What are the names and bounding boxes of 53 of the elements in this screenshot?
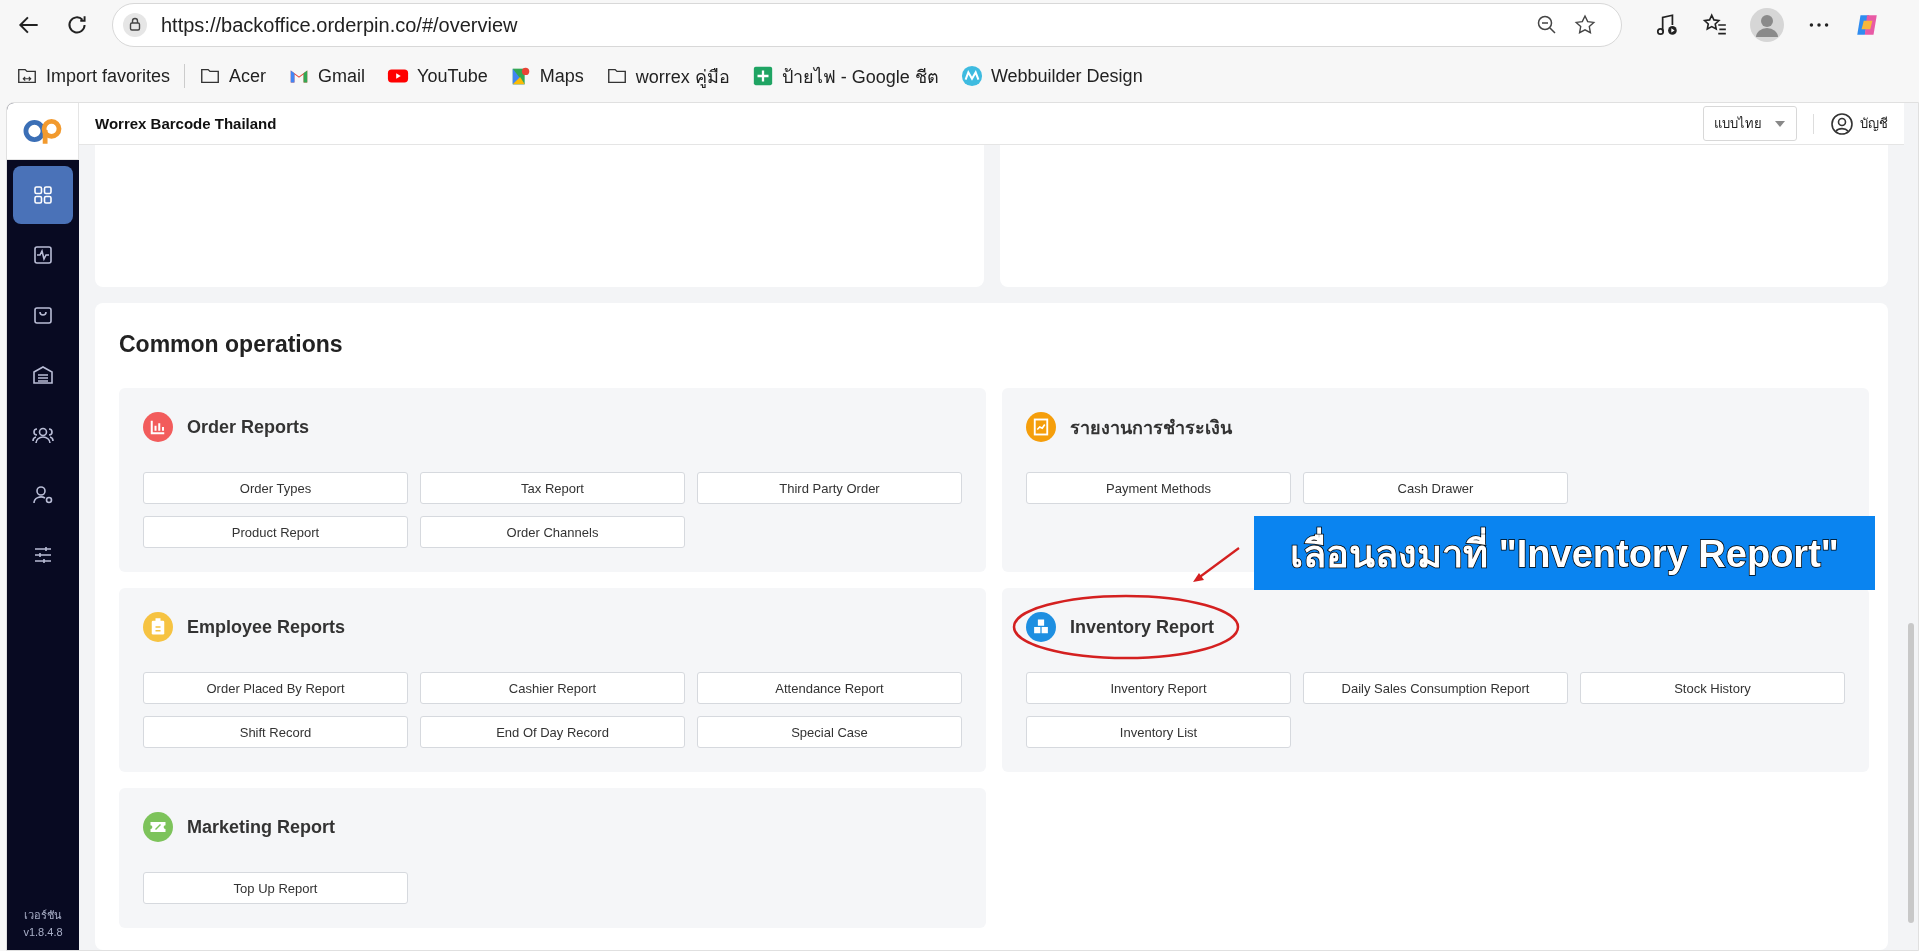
sidebar-item[interactable]	[13, 166, 73, 224]
copilot-icon[interactable]	[1854, 12, 1880, 38]
warehouse-icon	[31, 363, 55, 387]
bookmark[interactable]: Acer	[199, 65, 267, 87]
report-button[interactable]: Order Channels	[420, 516, 685, 548]
report-button[interactable]: Special Case	[697, 716, 962, 748]
spreadsheet-icon	[751, 65, 774, 87]
annotation-callout: เลื่อนลงมาที่ "Inventory Report"	[1254, 516, 1875, 590]
report-button[interactable]: Inventory List	[1026, 716, 1291, 748]
address-bar[interactable]: https://backoffice.orderpin.co/#/overview	[112, 3, 1622, 47]
card-title: รายงานการชำระเงิน	[1070, 416, 1232, 440]
bookmark[interactable]: Gmail	[288, 65, 366, 87]
bookmark[interactable]: Import favorites	[16, 65, 171, 87]
caret-icon	[1774, 119, 1786, 128]
report-button[interactable]: Cashier Report	[420, 672, 685, 704]
activity-icon	[31, 243, 55, 267]
card-title: Inventory Report	[1070, 616, 1215, 638]
site-icon	[960, 65, 983, 87]
version-number: v1.8.4.8	[23, 924, 63, 940]
report-button[interactable]: End Of Day Record	[420, 716, 685, 748]
report-button[interactable]: Stock History	[1580, 672, 1845, 704]
report-button[interactable]: Daily Sales Consumption Report	[1303, 672, 1568, 704]
report-button[interactable]: Top Up Report	[143, 872, 408, 904]
report-button[interactable]: Inventory Report	[1026, 672, 1291, 704]
report-button[interactable]: Order Placed By Report	[143, 672, 408, 704]
report-button[interactable]: Third Party Order	[697, 472, 962, 504]
report-button[interactable]: Payment Methods	[1026, 472, 1291, 504]
bookmark[interactable]: ป้ายไฟ - Google ชีต	[751, 61, 939, 91]
star-icon[interactable]	[1573, 13, 1597, 37]
version-label: เวอร์ชัน	[24, 908, 62, 923]
music-icon[interactable]	[1654, 12, 1680, 38]
report-button[interactable]: Attendance Report	[697, 672, 962, 704]
card-title: Order Reports	[187, 416, 310, 438]
bookmark[interactable]: YouTube	[387, 65, 488, 87]
grid-icon	[31, 183, 55, 207]
card-title: Marketing Report	[187, 816, 336, 838]
report-button[interactable]: Product Report	[143, 516, 408, 548]
lock-icon[interactable]	[123, 13, 147, 37]
user-icon	[1830, 111, 1854, 136]
bookmark[interactable]: Maps	[509, 65, 584, 87]
company-title: Worrex Barcode Thailand	[95, 115, 277, 132]
card-title: Employee Reports	[187, 616, 346, 638]
account-button[interactable]: บัญชี	[1830, 111, 1888, 136]
language-select[interactable]: แบบไทย	[1703, 106, 1797, 141]
bookmark[interactable]: worrex คู่มือ	[605, 61, 730, 91]
report-button[interactable]: Tax Report	[420, 472, 685, 504]
report-button[interactable]: Cash Drawer	[1303, 472, 1568, 504]
profile-avatar-icon[interactable]	[1750, 8, 1784, 42]
report-button[interactable]: Shift Record	[143, 716, 408, 748]
section-title: Common operations	[119, 331, 344, 358]
bookmark[interactable]: Webbuilder Design	[960, 65, 1143, 87]
arrow-icon	[1191, 546, 1241, 584]
report-button[interactable]: Order Types	[143, 472, 408, 504]
